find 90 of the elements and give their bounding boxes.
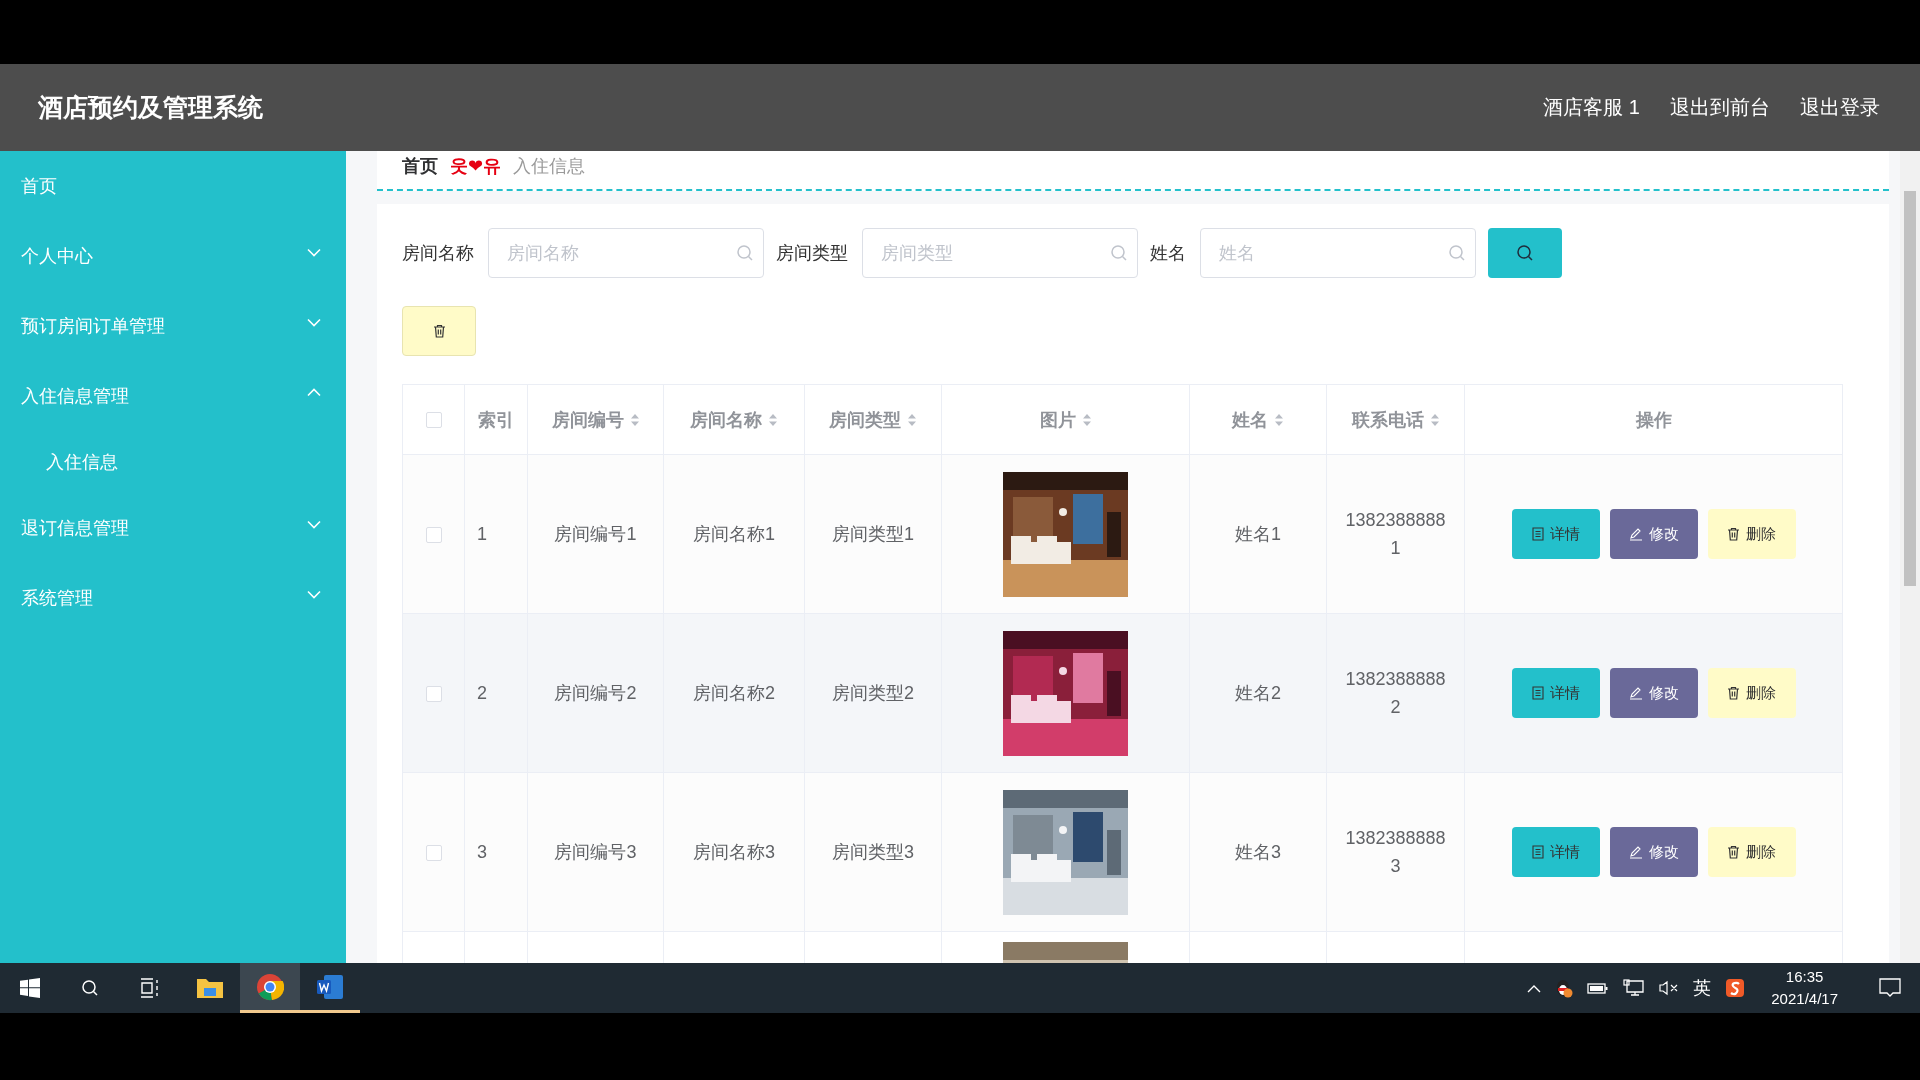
trash-icon — [1727, 686, 1740, 700]
chevron-down-icon — [307, 247, 321, 257]
search-field[interactable]: 房间类型 — [862, 228, 1138, 278]
clock-time: 16:35 — [1785, 967, 1824, 987]
trash-icon — [432, 324, 446, 338]
delete-button[interactable]: 删除 — [1707, 827, 1796, 877]
task-view-icon — [139, 978, 161, 998]
app-title: 酒店预约及管理系统 — [38, 92, 263, 123]
search-icon — [81, 979, 99, 997]
table-cell: 姓名1 — [1235, 524, 1281, 544]
speech-bubble-icon — [1879, 978, 1901, 998]
document-icon — [1531, 845, 1544, 859]
table-cell: 房间编号3 — [554, 842, 637, 862]
detail-button[interactable]: 详情 — [1511, 668, 1600, 718]
input-method-indicator[interactable]: 英 — [1693, 976, 1712, 1000]
checkbox[interactable] — [425, 412, 442, 429]
table-cell: 房间编号1 — [554, 524, 637, 544]
column-header: 房间编号 — [551, 408, 624, 432]
table-cell: 房间类型3 — [832, 842, 914, 862]
windows-icon — [20, 978, 40, 998]
table-cell-text: 13823888883 — [1344, 827, 1447, 878]
column-header: 房间名称 — [690, 408, 762, 432]
table-cell: 1 — [477, 523, 487, 544]
delete-button[interactable]: 删除 — [1707, 668, 1796, 718]
checkbox[interactable] — [425, 685, 442, 702]
search-icon — [1516, 244, 1534, 262]
taskbar-clock[interactable]: 16:35 2021/4/17 — [1771, 966, 1838, 1010]
search-icon — [736, 244, 754, 262]
trash-icon — [1727, 845, 1740, 859]
chevron-up-icon — [307, 387, 321, 397]
chevron-down-icon — [307, 519, 321, 529]
chevron-down-icon — [307, 317, 321, 327]
table-cell: 房间类型2 — [832, 683, 914, 703]
battery-icon[interactable] — [1587, 981, 1610, 995]
header-link[interactable]: 退出到前台 — [1670, 94, 1770, 121]
search-field[interactable]: 姓名 — [1200, 228, 1476, 278]
column-header: 图片 — [1039, 408, 1076, 432]
table-cell: 房间名称2 — [693, 683, 775, 703]
pencil-icon — [1628, 686, 1643, 700]
breadcrumb-separator: 웃❤유 — [450, 155, 502, 178]
folder-icon — [196, 976, 224, 1000]
table-cell: 房间类型1 — [832, 524, 914, 544]
checkbox[interactable] — [425, 844, 442, 861]
table-cell: 2 — [477, 682, 487, 703]
document-icon — [1531, 686, 1544, 700]
search-icon — [1110, 244, 1128, 262]
table-cell: 3 — [477, 841, 487, 862]
clock-date: 2021/4/17 — [1771, 989, 1838, 1009]
sogou-icon[interactable] — [1725, 978, 1746, 998]
document-icon — [1531, 527, 1544, 541]
user-link[interactable]: 酒店客服 1 — [1543, 94, 1640, 121]
edit-button[interactable]: 修改 — [1609, 668, 1698, 718]
header-link[interactable]: 退出登录 — [1800, 94, 1880, 121]
detail-button[interactable]: 详情 — [1511, 827, 1600, 877]
column-header: 联系电话 — [1351, 408, 1424, 432]
checkbox[interactable] — [425, 526, 442, 543]
detail-button[interactable]: 详情 — [1511, 509, 1600, 559]
column-header: 操作 — [1635, 408, 1672, 432]
edit-button[interactable]: 修改 — [1609, 509, 1698, 559]
field-label: 房间类型 — [776, 242, 848, 265]
table-cell: 姓名3 — [1235, 842, 1281, 862]
column-header: 房间类型 — [829, 408, 901, 432]
trash-icon — [1727, 527, 1740, 541]
table-cell-text: 13823888882 — [1344, 668, 1447, 719]
pencil-icon — [1628, 527, 1643, 541]
field-label: 房间名称 — [402, 242, 474, 265]
penguin-icon[interactable] — [1555, 978, 1574, 998]
taskbar-app[interactable] — [240, 963, 300, 1013]
table-cell: 房间编号2 — [554, 683, 637, 703]
scrollbar[interactable] — [1900, 151, 1920, 963]
table-cell: 房间名称3 — [693, 842, 775, 862]
chevron-down-icon — [307, 589, 321, 599]
search-icon — [1448, 244, 1466, 262]
search-field[interactable]: 房间名称 — [488, 228, 764, 278]
delete-button[interactable]: 删除 — [1707, 509, 1796, 559]
column-header: 姓名 — [1232, 408, 1268, 432]
table-cell: 姓名2 — [1235, 683, 1281, 703]
edit-button[interactable]: 修改 — [1609, 827, 1698, 877]
field-label: 姓名 — [1150, 242, 1186, 265]
network-icon[interactable] — [1623, 979, 1646, 997]
chevron-up-icon[interactable] — [1527, 983, 1542, 993]
document-app-icon — [316, 973, 344, 1000]
pencil-icon — [1628, 845, 1643, 859]
breadcrumb-current: 入住信息 — [513, 155, 586, 178]
breadcrumb-link[interactable]: 首页 — [402, 154, 438, 178]
muted-speaker-icon[interactable] — [1659, 980, 1680, 996]
column-header: 索引 — [478, 408, 514, 432]
table-cell-text: 13823888881 — [1344, 509, 1447, 560]
table-cell: 房间名称1 — [693, 524, 775, 544]
browser-icon — [256, 972, 284, 1001]
